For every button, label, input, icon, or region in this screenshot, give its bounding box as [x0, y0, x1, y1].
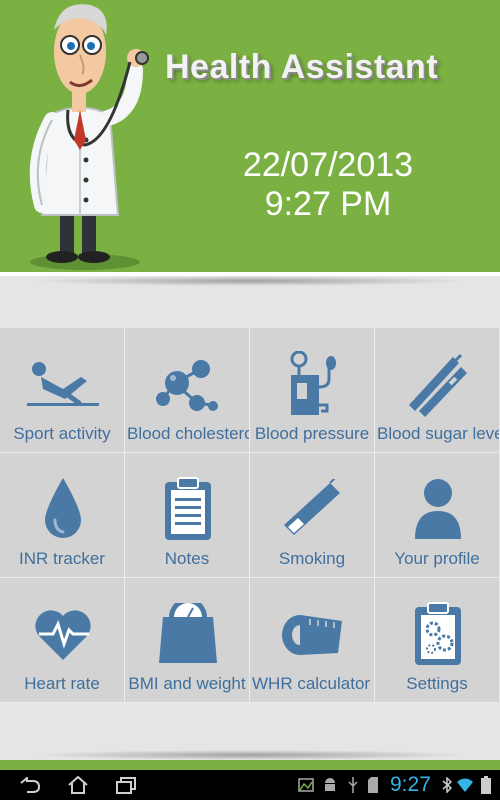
- tile-heart-rate[interactable]: Heart rate: [0, 578, 125, 703]
- tile-sport-activity[interactable]: Sport activity: [0, 328, 125, 453]
- molecule-icon: [155, 360, 218, 411]
- tile-blood-sugar[interactable]: Blood sugar level: [375, 328, 500, 453]
- bluetooth-status: [440, 770, 454, 800]
- tile-label: Blood sugar level: [377, 424, 500, 443]
- scale-icon: [158, 603, 217, 663]
- android-icon: [325, 778, 335, 791]
- doctor-mascot-icon: [29, 4, 149, 270]
- tile-label: INR tracker: [19, 549, 105, 568]
- blood-pressure-icon: [290, 351, 336, 415]
- tile-bmi-weight[interactable]: BMI and weight: [125, 578, 250, 703]
- clipboard-icon: [164, 477, 211, 540]
- tile-label: Blood cholesterol: [127, 424, 250, 443]
- back-button[interactable]: [10, 770, 50, 800]
- recent-apps-button[interactable]: [106, 770, 146, 800]
- home-button[interactable]: [58, 770, 98, 800]
- notification-android[interactable]: [320, 770, 340, 800]
- sport-activity-icon: [26, 362, 99, 406]
- tile-label: WHR calculator: [252, 674, 371, 693]
- battery-icon: [481, 776, 491, 794]
- tile-label: Heart rate: [24, 674, 100, 693]
- drop-icon: [44, 478, 81, 538]
- current-time: 9:27 PM: [264, 185, 392, 223]
- battery-status: [478, 770, 494, 800]
- wifi-icon: [457, 778, 473, 792]
- tile-label: Smoking: [278, 549, 346, 568]
- cigarette-icon: [283, 479, 340, 535]
- usb-icon: [348, 777, 358, 793]
- sd-card-icon: [368, 777, 378, 793]
- heart-rate-icon: [34, 610, 91, 660]
- tile-your-profile[interactable]: Your profile: [375, 453, 500, 578]
- tile-label: Settings: [406, 674, 468, 693]
- footer-bar: [0, 760, 500, 770]
- status-clock: 9:27: [390, 773, 431, 796]
- footer-shadow: [30, 750, 470, 760]
- feature-grid: Sport activity Blood cholesterol Blood p…: [0, 328, 500, 703]
- notification-gallery[interactable]: [296, 770, 316, 800]
- home-icon: [68, 776, 88, 794]
- tile-blood-cholesterol[interactable]: Blood cholesterol: [125, 328, 250, 453]
- blood-sugar-strip-icon: [408, 353, 467, 417]
- tile-inr-tracker[interactable]: INR tracker: [0, 453, 125, 578]
- tile-label: BMI and weight: [128, 674, 246, 693]
- system-navbar: 9:27: [0, 770, 500, 800]
- tile-smoking[interactable]: Smoking: [250, 453, 375, 578]
- back-icon: [20, 777, 41, 793]
- bluetooth-icon: [442, 777, 452, 793]
- tile-settings[interactable]: Settings: [375, 578, 500, 703]
- tile-label: Blood pressure: [254, 424, 370, 443]
- person-icon: [414, 479, 461, 539]
- settings-clipboard-icon: [414, 602, 461, 665]
- app-title: Health Assistant: [165, 48, 439, 86]
- current-date: 22/07/2013: [242, 146, 414, 184]
- gallery-icon: [298, 778, 314, 792]
- wifi-status: [455, 770, 475, 800]
- tile-label: Your profile: [394, 549, 480, 568]
- recent-apps-icon: [116, 777, 136, 794]
- app-header: Health Assistant 22/07/2013 9:27 PM: [0, 0, 500, 272]
- header-shadow: [30, 276, 470, 286]
- tile-label: Sport activity: [13, 424, 111, 443]
- tile-label: Notes: [164, 549, 210, 568]
- notification-usb[interactable]: [344, 770, 362, 800]
- tape-measure-icon: [281, 615, 342, 655]
- notification-sd[interactable]: [364, 770, 382, 800]
- tile-blood-pressure[interactable]: Blood pressure: [250, 328, 375, 453]
- tile-notes[interactable]: Notes: [125, 453, 250, 578]
- tile-whr-calculator[interactable]: WHR calculator: [250, 578, 375, 703]
